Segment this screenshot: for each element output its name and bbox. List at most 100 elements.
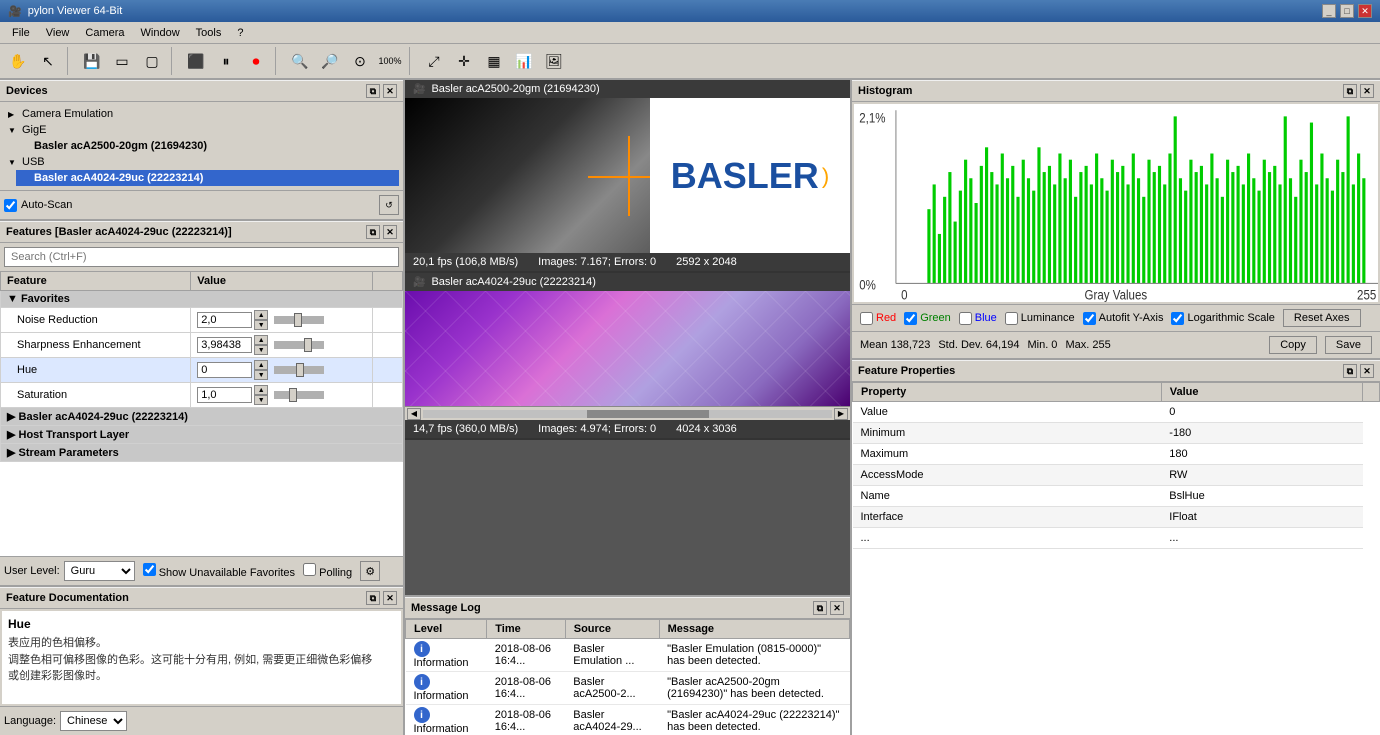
show-unavailable-label[interactable]: Show Unavailable Favorites bbox=[143, 563, 295, 579]
toolbar-grid[interactable]: ▦ bbox=[480, 47, 508, 75]
table-row[interactable]: ▼ Favorites bbox=[1, 291, 403, 308]
luminance-checkbox[interactable] bbox=[1005, 312, 1018, 325]
feature-doc-close-btn[interactable]: ✕ bbox=[383, 591, 397, 605]
tree-cam1[interactable]: Basler acA2500-20gm (21694230) bbox=[16, 138, 399, 154]
scroll-right-btn[interactable]: ▶ bbox=[834, 408, 848, 420]
toolbar-select[interactable]: ↖ bbox=[34, 47, 62, 75]
features-config-btn[interactable]: ⚙ bbox=[360, 561, 380, 581]
tree-gige-group[interactable]: ▼ GigE bbox=[4, 122, 399, 138]
toolbar-pointer[interactable]: ✋ bbox=[4, 47, 32, 75]
close-button[interactable]: ✕ bbox=[1358, 4, 1372, 18]
histogram-float-btn[interactable]: ⧉ bbox=[1343, 84, 1357, 98]
toolbar-crosshair[interactable]: ✛ bbox=[450, 47, 478, 75]
tree-cam2[interactable]: Basler acA4024-29uc (22223214) bbox=[16, 170, 399, 186]
auto-scan-checkbox[interactable] bbox=[4, 199, 17, 212]
toolbar-restore-view[interactable]: ▢ bbox=[138, 47, 166, 75]
devices-float-btn[interactable]: ⧉ bbox=[366, 84, 380, 98]
luminance-checkbox-label[interactable]: Luminance bbox=[1005, 312, 1075, 325]
spin-up[interactable]: ▲ bbox=[254, 360, 268, 370]
toolbar-record[interactable]: ⏺ bbox=[242, 47, 270, 75]
autofit-checkbox[interactable] bbox=[1083, 312, 1096, 325]
table-row[interactable]: Saturation ▲ ▼ bbox=[1, 383, 403, 408]
table-row[interactable]: Noise Reduction ▲ ▼ bbox=[1, 308, 403, 333]
menu-help[interactable]: ? bbox=[229, 25, 251, 41]
polling-checkbox[interactable] bbox=[303, 563, 316, 576]
polling-label[interactable]: Polling bbox=[303, 563, 352, 579]
toolbar-stop[interactable]: ⬛ bbox=[182, 47, 210, 75]
copy-button[interactable]: Copy bbox=[1269, 336, 1317, 354]
autofit-checkbox-label[interactable]: Autofit Y-Axis bbox=[1083, 312, 1164, 325]
blue-checkbox-label[interactable]: Blue bbox=[959, 312, 997, 325]
toolbar-image[interactable]: 🖼 bbox=[540, 47, 568, 75]
table-row[interactable]: ▶ Stream Parameters bbox=[1, 444, 403, 462]
search-input[interactable] bbox=[4, 247, 399, 267]
toolbar-zoom-fit[interactable]: ⊙ bbox=[346, 47, 374, 75]
log-scale-checkbox[interactable] bbox=[1171, 312, 1184, 325]
scroll-left-btn[interactable]: ◀ bbox=[407, 408, 421, 420]
log-scale-checkbox-label[interactable]: Logarithmic Scale bbox=[1171, 312, 1274, 325]
menu-camera[interactable]: Camera bbox=[77, 25, 132, 41]
spin-down[interactable]: ▼ bbox=[254, 370, 268, 380]
minimize-button[interactable]: _ bbox=[1322, 4, 1336, 18]
toolbar-save[interactable]: 💾 bbox=[78, 47, 106, 75]
hue-input[interactable] bbox=[197, 362, 252, 378]
slider-thumb[interactable] bbox=[289, 388, 297, 402]
toolbar-pause[interactable]: ⏸ bbox=[212, 47, 240, 75]
slider-track[interactable] bbox=[274, 391, 324, 399]
slider-track[interactable] bbox=[274, 316, 324, 324]
feature-doc-float-btn[interactable]: ⧉ bbox=[366, 591, 380, 605]
toolbar-minimize-view[interactable]: ▭ bbox=[108, 47, 136, 75]
toolbar-zoom-out[interactable]: 🔎 bbox=[316, 47, 344, 75]
noise-reduction-input[interactable] bbox=[197, 312, 252, 328]
show-unavailable-checkbox[interactable] bbox=[143, 563, 156, 576]
features-close-btn[interactable]: ✕ bbox=[383, 225, 397, 239]
features-float-btn[interactable]: ⧉ bbox=[366, 225, 380, 239]
red-checkbox[interactable] bbox=[860, 312, 873, 325]
tree-camera-emulation[interactable]: ▶ Camera Emulation bbox=[4, 106, 399, 122]
green-checkbox-label[interactable]: Green bbox=[904, 312, 951, 325]
toolbar-zoom-100[interactable]: 100% bbox=[376, 47, 404, 75]
toolbar-fullscreen[interactable]: ⤢ bbox=[420, 47, 448, 75]
green-checkbox[interactable] bbox=[904, 312, 917, 325]
spin-down[interactable]: ▼ bbox=[254, 320, 268, 330]
histogram-close-btn[interactable]: ✕ bbox=[1360, 84, 1374, 98]
scan-button[interactable]: ↺ bbox=[379, 195, 399, 215]
devices-close-btn[interactable]: ✕ bbox=[383, 84, 397, 98]
menu-window[interactable]: Window bbox=[133, 25, 188, 41]
menu-file[interactable]: File bbox=[4, 25, 38, 41]
spin-down[interactable]: ▼ bbox=[254, 395, 268, 405]
blue-checkbox[interactable] bbox=[959, 312, 972, 325]
spin-up[interactable]: ▲ bbox=[254, 385, 268, 395]
slider-thumb[interactable] bbox=[304, 338, 312, 352]
table-row[interactable]: Sharpness Enhancement ▲ ▼ bbox=[1, 333, 403, 358]
red-checkbox-label[interactable]: Red bbox=[860, 312, 896, 325]
language-dropdown[interactable]: Chinese English German bbox=[60, 711, 127, 731]
feature-props-close-btn[interactable]: ✕ bbox=[1360, 364, 1374, 378]
spin-up[interactable]: ▲ bbox=[254, 310, 268, 320]
slider-thumb[interactable] bbox=[296, 363, 304, 377]
slider-track[interactable] bbox=[274, 366, 324, 374]
feature-props-float-btn[interactable]: ⧉ bbox=[1343, 364, 1357, 378]
save-button[interactable]: Save bbox=[1325, 336, 1372, 354]
sharpness-input[interactable] bbox=[197, 337, 252, 353]
menu-tools[interactable]: Tools bbox=[188, 25, 230, 41]
menu-view[interactable]: View bbox=[38, 25, 78, 41]
spin-down[interactable]: ▼ bbox=[254, 345, 268, 355]
slider-thumb[interactable] bbox=[294, 313, 302, 327]
window-controls[interactable]: _ □ ✕ bbox=[1322, 4, 1372, 18]
spin-up[interactable]: ▲ bbox=[254, 335, 268, 345]
tree-usb-group[interactable]: ▼ USB bbox=[4, 154, 399, 170]
maximize-button[interactable]: □ bbox=[1340, 4, 1354, 18]
message-log-close-btn[interactable]: ✕ bbox=[830, 601, 844, 615]
slider-track[interactable] bbox=[274, 341, 324, 349]
message-log-float-btn[interactable]: ⧉ bbox=[813, 601, 827, 615]
toolbar-zoom-in[interactable]: 🔍 bbox=[286, 47, 314, 75]
scroll-thumb[interactable] bbox=[587, 410, 710, 418]
scroll-track[interactable] bbox=[423, 410, 832, 418]
reset-axes-button[interactable]: Reset Axes bbox=[1283, 309, 1361, 327]
saturation-input[interactable] bbox=[197, 387, 252, 403]
user-level-select[interactable]: Beginner Expert Guru bbox=[64, 561, 135, 581]
table-row[interactable]: Hue ▲ ▼ bbox=[1, 358, 403, 383]
table-row[interactable]: ▶ Host Transport Layer bbox=[1, 426, 403, 444]
table-row[interactable]: ▶ Basler acA4024-29uc (22223214) bbox=[1, 408, 403, 426]
